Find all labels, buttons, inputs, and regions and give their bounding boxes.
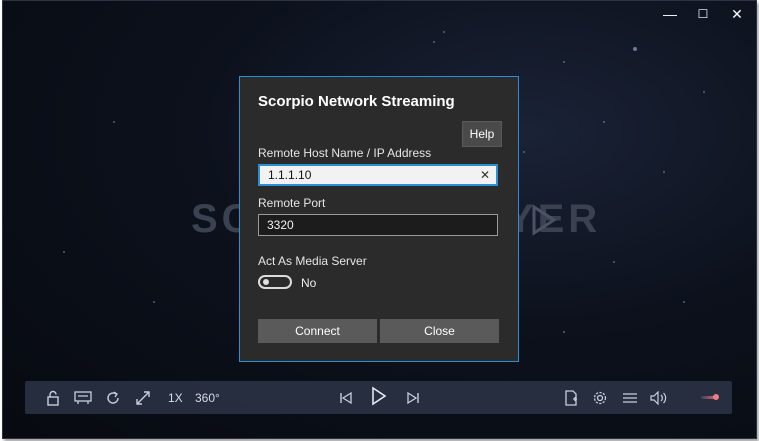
player-window: — ☐ ✕ SCORPIO PLAYER Scorpio Network Str… xyxy=(2,0,757,439)
play-icon[interactable] xyxy=(369,386,389,406)
help-button[interactable]: Help xyxy=(462,121,502,147)
host-input-value: 1.1.1.10 xyxy=(268,168,312,182)
network-streaming-dialog: Scorpio Network Streaming Help Remote Ho… xyxy=(239,76,519,362)
previous-icon[interactable] xyxy=(336,389,356,407)
port-input-value: 3320 xyxy=(267,218,294,232)
next-icon[interactable] xyxy=(403,389,423,407)
close-window-button[interactable]: ✕ xyxy=(722,5,752,23)
host-input[interactable]: 1.1.1.10 ✕ xyxy=(258,164,498,186)
host-label: Remote Host Name / IP Address xyxy=(258,146,432,160)
360-button[interactable]: 360° xyxy=(195,391,220,405)
media-server-label: Act As Media Server xyxy=(258,254,367,268)
volume-icon[interactable] xyxy=(649,389,669,407)
lock-icon[interactable] xyxy=(43,389,63,407)
fullscreen-icon[interactable] xyxy=(133,389,153,407)
clear-icon[interactable]: ✕ xyxy=(480,168,490,182)
control-bar: 1X 360° xyxy=(25,381,732,414)
settings-icon[interactable] xyxy=(590,389,610,407)
toggle-knob xyxy=(263,279,269,285)
port-input[interactable]: 3320 xyxy=(258,214,498,236)
close-button[interactable]: Close xyxy=(380,319,499,343)
media-server-toggle[interactable] xyxy=(258,275,292,289)
repeat-icon[interactable] xyxy=(103,389,123,407)
port-label: Remote Port xyxy=(258,196,326,210)
maximize-button[interactable]: ☐ xyxy=(688,5,718,23)
minimize-button[interactable]: — xyxy=(655,5,685,23)
playlist-icon[interactable] xyxy=(620,389,640,407)
media-server-state: No xyxy=(301,276,317,290)
subtitles-icon[interactable] xyxy=(73,389,93,407)
speed-button[interactable]: 1X xyxy=(168,391,183,405)
volume-slider-handle[interactable] xyxy=(713,394,719,400)
dialog-title: Scorpio Network Streaming xyxy=(258,93,455,110)
connect-button[interactable]: Connect xyxy=(258,319,377,343)
watermark-play-icon xyxy=(532,204,557,236)
open-file-icon[interactable] xyxy=(561,389,581,407)
